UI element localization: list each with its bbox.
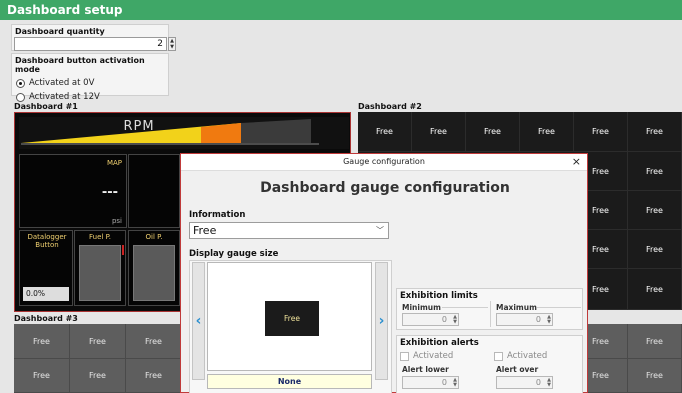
radio-unselected-icon[interactable] [16,92,25,102]
minimum-label: Minimum [402,303,441,312]
map-value: --- [101,185,118,200]
dashboard2-cell[interactable]: Free [628,191,682,230]
minimum-value: 0 [441,315,447,324]
dashboard2-cell[interactable]: Free [628,152,682,191]
alerts-label: Exhibition alerts [400,338,479,348]
dashboard3-cell[interactable]: Free [126,359,182,393]
chevron-right-icon[interactable]: › [375,262,388,380]
minimum-divider [442,307,488,308]
maximum-divider [537,307,581,308]
dashboard2-cell[interactable]: Free [520,112,574,152]
alert-over-input[interactable]: 0 ▲ ▼ [496,376,553,389]
datalogger-gauge[interactable]: Datalogger Button 0.0% [19,230,73,306]
dashboard2-cell[interactable]: Free [358,112,412,152]
dashboard2-cell[interactable]: Free [574,112,628,152]
maximum-label: Maximum [496,303,537,312]
rpm-gauge[interactable]: RPM [19,117,349,149]
maximum-input[interactable]: 0 ▲ ▼ [496,313,553,326]
oil-bar [133,245,175,301]
gauge-preview: Free [207,262,372,371]
dashboard1-label: Dashboard #1 [14,102,78,111]
alert-over-stepper[interactable]: ▲ ▼ [547,378,551,388]
activated-lower-label: Activated [413,351,454,361]
activated-over-checkbox[interactable]: Activated [494,351,547,361]
chevron-down-icon: ﹀ [376,226,384,235]
dashboard3-cell[interactable]: Free [70,359,126,393]
dashboard3-cell[interactable]: Free [628,359,682,393]
information-value: Free [193,224,217,237]
quantity-stepper[interactable]: ▲ ▼ [168,37,176,51]
dashboard3-cell[interactable]: Free [70,324,126,359]
map-unit: psi [111,217,122,225]
oil-pressure-gauge[interactable]: Oil P. [128,230,180,306]
information-select[interactable]: Free ﹀ [189,222,389,239]
radio-label-0v: Activated at 0V [29,78,95,88]
dashboard2-cell[interactable]: Free [466,112,520,152]
gauge-cell-blank[interactable] [128,154,180,228]
gauge-config-dialog: Gauge configuration × Dashboard gauge co… [180,153,588,393]
rpm-label: RPM [123,119,155,134]
activated-lower-checkbox[interactable]: Activated [400,351,453,361]
dashboard3-label: Dashboard #3 [14,314,78,323]
limits-label: Exhibition limits [400,291,478,301]
exhibition-limits-group: Exhibition limits Minimum 0 ▲ ▼ Maximum 0 ▲… [396,288,583,330]
alert-lower-label: Alert lower [402,365,449,374]
activation-group: Dashboard button activation mode Activat… [11,53,169,102]
preview-tile: Free [265,301,319,336]
checkbox-icon[interactable] [494,351,503,361]
datalogger-value: 0.0% [23,287,69,301]
fuel-label: Fuel P. [89,233,111,241]
dialog-window-title: Gauge configuration [343,157,425,166]
dialog-titlebar: Gauge configuration × [181,154,587,171]
window-title: Dashboard setup [0,0,682,20]
size-selected-value[interactable]: None [207,374,372,389]
map-gauge[interactable]: MAP --- psi [19,154,127,228]
information-label: Information [189,210,246,220]
activation-label: Dashboard button activation mode [15,56,145,74]
oil-label: Oil P. [145,233,163,241]
dashboard2-cell[interactable]: Free [412,112,466,152]
dashboard2-cell[interactable]: Free [628,230,682,269]
limits-separator [490,301,491,327]
dashboard2-cell[interactable]: Free [628,269,682,310]
quantity-group: Dashboard quantity 2 ▲ ▼ [11,24,176,51]
dashboard3-cell[interactable]: Free [628,324,682,359]
size-panel: ‹ Free › None [189,260,392,393]
dashboard3-cell[interactable]: Free [14,359,70,393]
quantity-input[interactable]: 2 [14,37,167,51]
alert-lower-stepper[interactable]: ▲ ▼ [453,378,457,388]
alert-over-label: Alert over [496,365,539,374]
dashboard2-cell[interactable]: Free [628,112,682,152]
radio-activated-0v[interactable]: Activated at 0V [12,76,168,90]
fuel-marker [122,245,124,255]
fuel-bar [79,245,121,301]
minimum-stepper[interactable]: ▲ ▼ [453,315,457,325]
alert-lower-value: 0 [441,378,447,387]
radio-selected-icon[interactable] [16,78,25,88]
dashboard3-cell[interactable]: Free [126,324,182,359]
exhibition-alerts-group: Exhibition alerts Activated Activated Al… [396,335,583,393]
datalogger-label: Datalogger Button [27,233,67,249]
alert-lower-input[interactable]: 0 ▲ ▼ [402,376,459,389]
fuel-pressure-gauge[interactable]: Fuel P. [74,230,126,306]
checkbox-icon[interactable] [400,351,409,361]
maximum-stepper[interactable]: ▲ ▼ [547,315,551,325]
maximum-value: 0 [535,315,541,324]
activated-over-label: Activated [507,351,548,361]
dashboard3-cell[interactable]: Free [14,324,70,359]
close-icon[interactable]: × [572,154,581,170]
minimum-input[interactable]: 0 ▲ ▼ [402,313,459,326]
size-label: Display gauge size [189,249,279,259]
dashboard2-label: Dashboard #2 [358,102,422,111]
chevron-left-icon[interactable]: ‹ [192,262,205,380]
map-label: MAP [106,159,122,167]
alert-over-value: 0 [535,378,541,387]
radio-label-12v: Activated at 12V [29,92,100,102]
dialog-heading: Dashboard gauge configuration [260,180,510,196]
